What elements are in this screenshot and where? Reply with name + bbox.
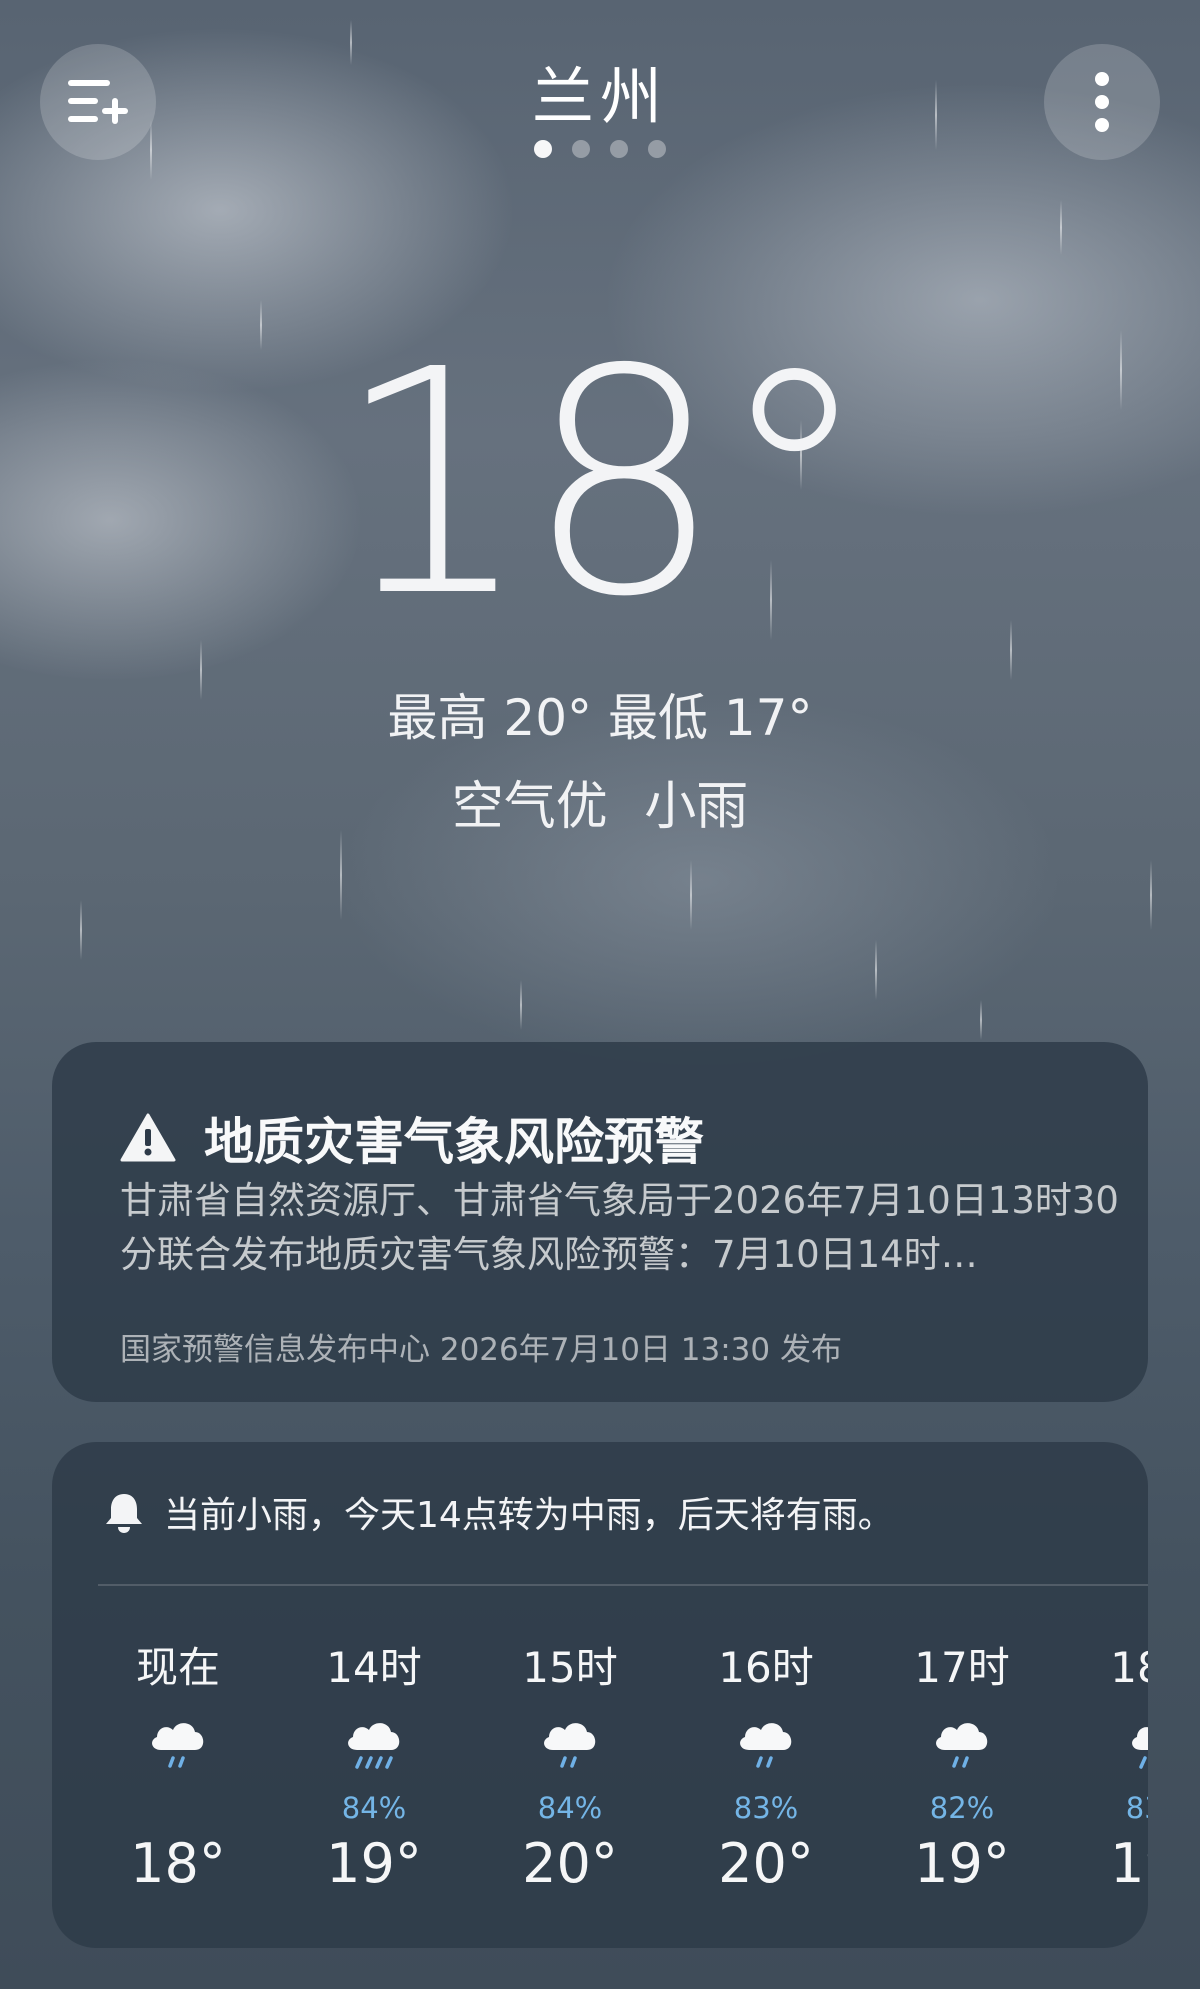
more-vertical-icon xyxy=(1095,72,1109,132)
hour-temperature: 20° xyxy=(718,1832,814,1895)
precip-probability: 83% xyxy=(1125,1791,1148,1825)
hour-time: 现在 xyxy=(135,1643,220,1692)
light-rain-icon xyxy=(668,1712,864,1786)
city-page-indicator[interactable] xyxy=(0,140,1200,158)
alert-header: 地质灾害气象风险预警 xyxy=(120,1102,704,1174)
current-temperature: 18° xyxy=(334,304,871,665)
page-dot[interactable] xyxy=(648,140,666,158)
alert-title: 地质灾害气象风险预警 xyxy=(204,1113,704,1171)
air-and-condition[interactable]: 空气优 小雨 xyxy=(0,764,1200,839)
hour-time: 16时 xyxy=(718,1643,814,1692)
light-rain-icon xyxy=(80,1712,276,1786)
hourly-item[interactable]: 现在 18° xyxy=(80,1634,276,1934)
hour-temperature: 18° xyxy=(130,1832,226,1895)
precipitation-summary: 当前小雨，今天14点转为中雨，后天将有雨。 xyxy=(102,1486,894,1538)
page-dot[interactable] xyxy=(572,140,590,158)
weather-condition: 小雨 xyxy=(644,777,749,837)
hour-time: 18时 xyxy=(1110,1643,1148,1692)
hourly-item[interactable]: 17时 82% 19° xyxy=(864,1634,1060,1934)
summary-text: 当前小雨，今天14点转为中雨，后天将有雨。 xyxy=(164,1495,894,1536)
city-name: 兰州 xyxy=(531,60,668,133)
air-quality[interactable]: 空气优 xyxy=(452,777,608,837)
high-low-temperature: 最高 20° 最低 17° xyxy=(387,689,813,747)
precip-probability: 83% xyxy=(733,1791,799,1825)
hour-temperature: 20° xyxy=(522,1832,618,1895)
hour-temperature: 19° xyxy=(1110,1832,1148,1895)
hour-temperature: 19° xyxy=(326,1832,422,1895)
hour-time: 14时 xyxy=(326,1643,422,1692)
hourly-item[interactable]: 18时 83% 19° xyxy=(1060,1634,1148,1934)
page-dot[interactable] xyxy=(534,140,552,158)
precip-probability: 82% xyxy=(929,1791,995,1825)
hourly-item[interactable]: 16时 83% 20° xyxy=(668,1634,864,1934)
alert-footer: 国家预警信息发布中心 2026年7月10日 13:30 发布 xyxy=(120,1332,842,1368)
moderate-rain-icon xyxy=(276,1712,472,1786)
hour-time: 17时 xyxy=(914,1643,1010,1692)
precip-probability: 84% xyxy=(341,1791,407,1825)
warning-icon xyxy=(120,1113,176,1162)
hourly-item[interactable]: 14时 84% 19° xyxy=(276,1634,472,1934)
precip-probability xyxy=(80,1786,276,1830)
hour-temperature: 19° xyxy=(914,1832,1010,1895)
moderate-rain-icon xyxy=(1060,1712,1148,1786)
bell-icon xyxy=(106,1494,142,1533)
precip-probability: 84% xyxy=(537,1791,603,1825)
light-rain-icon xyxy=(472,1712,668,1786)
divider xyxy=(98,1584,1148,1586)
page-dot[interactable] xyxy=(610,140,628,158)
hour-time: 15时 xyxy=(522,1643,618,1692)
weather-alert-card[interactable]: 地质灾害气象风险预警 甘肃省自然资源厅、甘肃省气象局于2026年7月10日13时… xyxy=(52,1042,1148,1402)
hourly-item[interactable]: 15时 84% 20° xyxy=(472,1634,668,1934)
light-rain-icon xyxy=(864,1712,1060,1786)
alert-body: 甘肃省自然资源厅、甘肃省气象局于2026年7月10日13时30分联合发布地质灾害… xyxy=(120,1179,1119,1276)
hourly-forecast-card[interactable]: 当前小雨，今天14点转为中雨，后天将有雨。 现在 18° 14时 84% 19° 15时 8… xyxy=(52,1442,1148,1948)
